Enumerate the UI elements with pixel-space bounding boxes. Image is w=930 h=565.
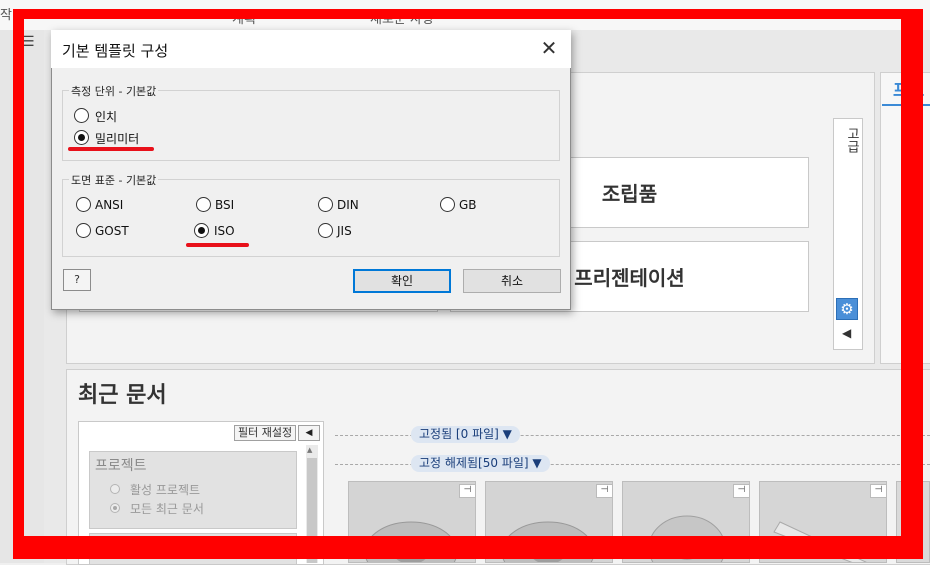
top-tab-label[interactable]: 작 <box>0 4 12 23</box>
red-highlight-frame <box>13 9 911 546</box>
red-highlight-frame-right <box>911 9 923 559</box>
red-highlight-frame-bottom <box>13 546 923 559</box>
